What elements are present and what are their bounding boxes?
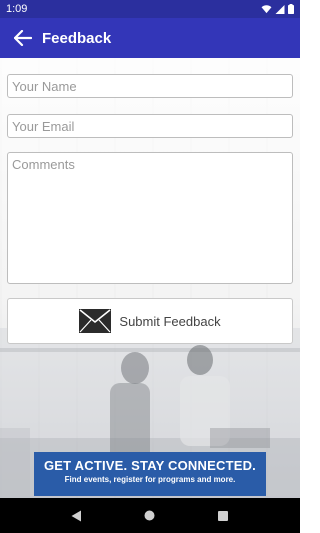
signal-icon xyxy=(275,4,285,14)
banner-headline: GET ACTIVE. STAY CONNECTED. xyxy=(44,458,256,473)
name-input[interactable] xyxy=(7,74,293,98)
home-circle-icon xyxy=(144,510,155,521)
envelope-icon xyxy=(79,309,112,333)
submit-feedback-label: Submit Feedback xyxy=(119,313,221,329)
battery-icon xyxy=(288,4,294,14)
status-time: 1:09 xyxy=(6,3,28,15)
status-icons xyxy=(261,4,294,14)
back-triangle-icon xyxy=(71,510,82,521)
email-input[interactable] xyxy=(7,114,293,138)
submit-feedback-button[interactable]: Submit Feedback xyxy=(7,298,293,344)
banner-subtext: Find events, register for programs and m… xyxy=(64,475,236,484)
promo-banner[interactable]: GET ACTIVE. STAY CONNECTED. Find events,… xyxy=(34,452,266,496)
nav-back-button[interactable] xyxy=(67,506,87,526)
nav-home-button[interactable] xyxy=(140,506,160,526)
status-bar: 1:09 xyxy=(0,0,300,18)
app-bar: Feedback xyxy=(0,18,300,58)
wifi-icon xyxy=(261,4,272,13)
recents-square-icon xyxy=(218,510,229,521)
comments-textarea[interactable] xyxy=(7,152,293,284)
nav-recents-button[interactable] xyxy=(213,506,233,526)
feedback-content: Submit Feedback xyxy=(0,58,300,498)
page-title: Feedback xyxy=(42,29,112,47)
system-nav-bar xyxy=(0,498,300,533)
arrow-left-icon xyxy=(14,30,32,46)
back-button[interactable] xyxy=(12,27,34,49)
